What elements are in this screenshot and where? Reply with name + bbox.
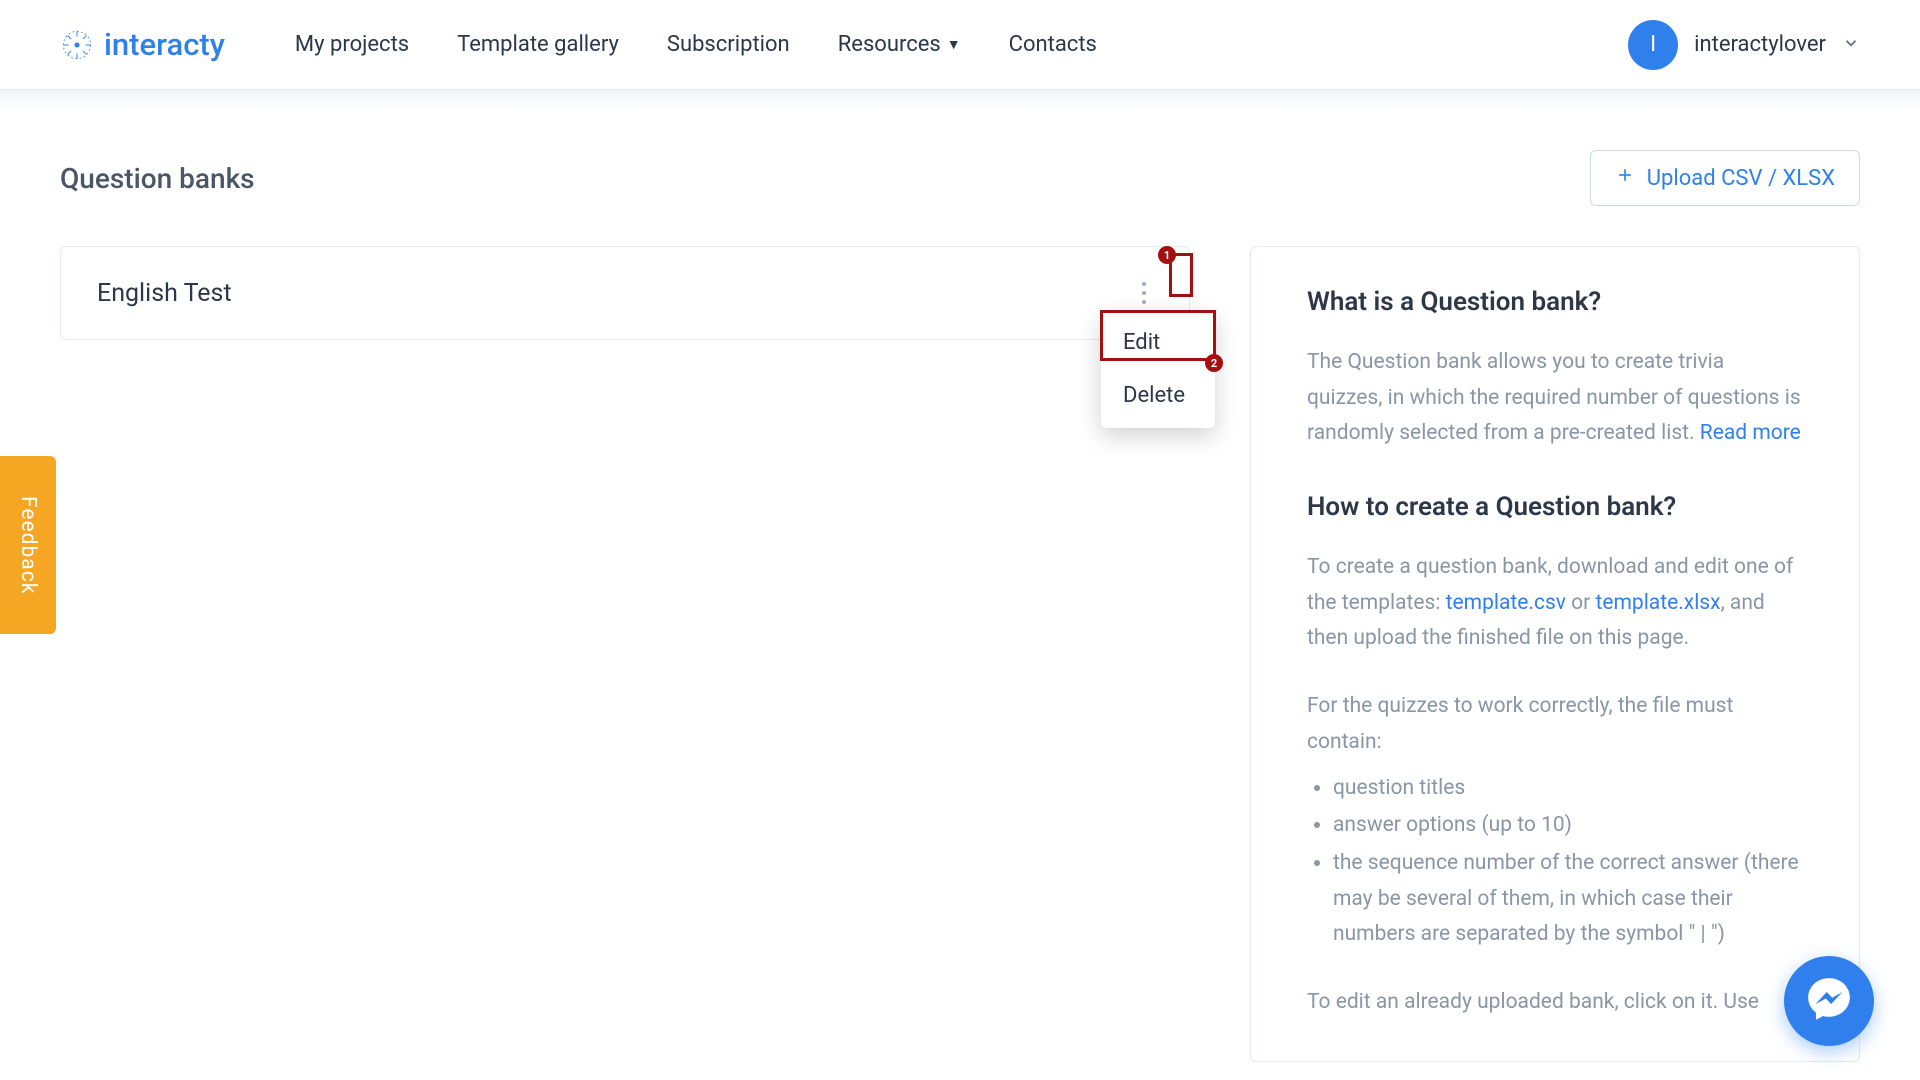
caret-down-icon: ▼ [947, 36, 961, 53]
feedback-label: Feedback [16, 496, 40, 594]
username-label: interactylover [1694, 32, 1826, 57]
info-heading-1: What is a Question bank? [1307, 287, 1803, 317]
dropdown-delete[interactable]: Delete [1101, 369, 1215, 422]
annotation-badge-1: 1 [1158, 246, 1176, 264]
header-bar: interacty My projects Template gallery S… [0, 0, 1920, 90]
bank-title: English Test [97, 279, 232, 308]
logo-icon [60, 28, 94, 62]
bank-card[interactable]: English Test 1 Edit Delete 2 [60, 246, 1190, 340]
info-heading-2: How to create a Question bank? [1307, 492, 1803, 522]
nav-template-gallery[interactable]: Template gallery [457, 32, 619, 57]
nav-label: Resources [838, 32, 941, 57]
nav-my-projects[interactable]: My projects [295, 32, 409, 57]
nav-resources[interactable]: Resources ▼ [838, 32, 961, 57]
plus-icon [1615, 165, 1635, 191]
info-paragraph-4: To edit an already uploaded bank, click … [1307, 985, 1803, 1021]
avatar-initial: I [1650, 32, 1656, 57]
main-content: English Test 1 Edit Delete 2 [0, 206, 1920, 1062]
annotation-badge-2: 2 [1205, 354, 1223, 372]
nav-subscription[interactable]: Subscription [667, 32, 790, 57]
dropdown-delete-label: Delete [1123, 383, 1185, 408]
gradient-strip [0, 90, 1920, 110]
info-column: What is a Question bank? The Question ba… [1250, 246, 1860, 1062]
avatar: I [1628, 20, 1678, 70]
info-paragraph-2: To create a question bank, download and … [1307, 550, 1803, 657]
banks-column: English Test 1 Edit Delete 2 [60, 246, 1190, 1062]
nav-label: My projects [295, 32, 409, 57]
nav-label: Contacts [1009, 32, 1097, 57]
more-button[interactable] [1135, 275, 1153, 311]
messenger-icon [1804, 974, 1854, 1028]
upload-csv-button[interactable]: Upload CSV / XLSX [1590, 150, 1860, 206]
nav-label: Template gallery [457, 32, 619, 57]
upload-label: Upload CSV / XLSX [1647, 166, 1835, 191]
nav-label: Subscription [667, 32, 790, 57]
chevron-down-icon [1842, 34, 1860, 56]
info-list-item: the sequence number of the correct answe… [1333, 846, 1803, 953]
info-list-item: answer options (up to 10) [1333, 808, 1803, 844]
info-panel: What is a Question bank? The Question ba… [1250, 246, 1860, 1062]
dropdown-edit-label: Edit [1123, 330, 1160, 355]
template-csv-link[interactable]: template.csv [1446, 591, 1566, 615]
dropdown-edit[interactable]: Edit [1101, 316, 1215, 369]
feedback-tab[interactable]: Feedback [0, 456, 56, 634]
read-more-link[interactable]: Read more [1700, 421, 1801, 445]
page-title: Question banks [60, 162, 255, 195]
info-list: question titles answer options (up to 10… [1307, 771, 1803, 953]
template-xlsx-link[interactable]: template.xlsx [1595, 591, 1720, 615]
info-list-item: question titles [1333, 771, 1803, 807]
chat-fab[interactable] [1784, 956, 1874, 1046]
nav-contacts[interactable]: Contacts [1009, 32, 1097, 57]
info-text: or [1566, 591, 1596, 615]
page-header: Question banks Upload CSV / XLSX [0, 110, 1920, 206]
brand-name: interacty [104, 26, 225, 63]
main-nav: My projects Template gallery Subscriptio… [295, 32, 1097, 57]
info-paragraph-1: The Question bank allows you to create t… [1307, 345, 1803, 452]
dots-vertical-icon [1142, 282, 1146, 304]
bank-actions-dropdown: Edit Delete [1101, 310, 1215, 428]
brand-logo[interactable]: interacty [60, 26, 225, 63]
info-paragraph-3: For the quizzes to work correctly, the f… [1307, 689, 1803, 760]
user-menu[interactable]: I interactylover [1628, 20, 1860, 70]
